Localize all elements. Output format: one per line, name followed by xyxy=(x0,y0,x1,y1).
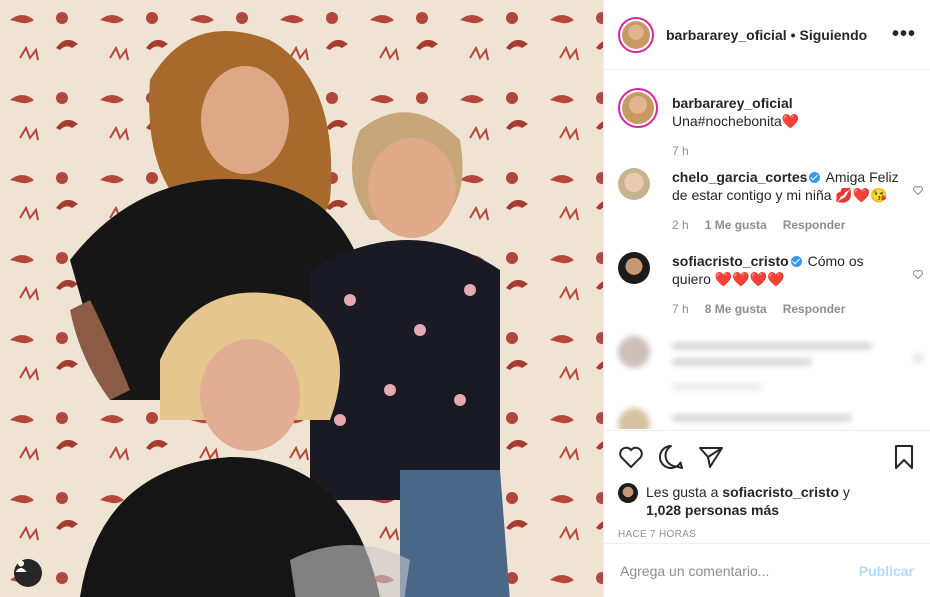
action-icons xyxy=(618,441,914,473)
comment-time[interactable]: 7 h xyxy=(672,300,689,318)
verified-badge-icon xyxy=(809,172,821,183)
commenter-username[interactable]: chelo_garcia_cortes xyxy=(672,169,807,185)
verified-badge-icon xyxy=(790,256,802,267)
following-button[interactable]: Siguiendo xyxy=(800,27,868,43)
comment-input[interactable] xyxy=(620,562,859,579)
post-header: barbararey_oficial • Siguiendo ••• xyxy=(604,0,930,70)
commenter-username[interactable]: sofiacristo_cristo xyxy=(672,253,789,269)
commenter-avatar[interactable] xyxy=(618,168,650,200)
like-comment-heart-icon[interactable] xyxy=(912,184,924,196)
share-paper-plane-icon[interactable] xyxy=(698,445,724,469)
post-photo[interactable] xyxy=(0,0,603,597)
heart-emoji: ❤️ xyxy=(781,113,800,129)
comment-item: chelo_garcia_cortes Amiga Feliz de estar… xyxy=(604,168,930,234)
reply-button[interactable]: Responder xyxy=(783,216,846,234)
liker-avatar[interactable] xyxy=(618,483,638,503)
comments-list[interactable]: barbararey_oficial Una#nochebonita❤️ 7 h… xyxy=(604,71,930,429)
blurred-content xyxy=(672,342,872,390)
caption-text[interactable]: Una#nochebonita xyxy=(672,113,782,129)
commenter-avatar xyxy=(618,408,650,429)
likes-prefix: Les gusta a xyxy=(646,484,719,500)
post-actions: Les gusta a sofiacristo_cristo y 1,028 p… xyxy=(604,430,930,540)
comment-item: sofiacristo_cristo Cómo os quiero ❤️❤️❤️… xyxy=(604,252,930,318)
photo-illustration xyxy=(0,0,603,597)
likes-summary: Les gusta a sofiacristo_cristo y 1,028 p… xyxy=(618,483,914,519)
likes-middle: y xyxy=(842,484,850,500)
liker-username[interactable]: sofiacristo_cristo xyxy=(722,484,839,500)
likes-count[interactable]: 1,028 personas más xyxy=(646,502,779,518)
comment-emojis: ❤️❤️❤️❤️ xyxy=(714,271,785,287)
separator-dot: • xyxy=(790,26,796,43)
commenter-avatar xyxy=(618,336,650,368)
comment-likes[interactable]: 8 Me gusta xyxy=(705,300,767,318)
post-timestamp[interactable]: HACE 7 HORAS xyxy=(618,529,914,540)
commenter-avatar[interactable] xyxy=(618,252,650,284)
add-comment-bar: Publicar xyxy=(604,543,930,597)
caption-avatar[interactable] xyxy=(618,88,658,128)
user-icon xyxy=(15,560,27,572)
comment-bubble-icon[interactable] xyxy=(658,444,684,470)
comment-time[interactable]: 2 h xyxy=(672,216,689,234)
author-avatar[interactable] xyxy=(618,16,654,53)
blurred-content xyxy=(672,414,852,429)
caption-time[interactable]: 7 h xyxy=(672,142,689,160)
tagged-users-button[interactable] xyxy=(14,559,42,587)
author-username[interactable]: barbararey_oficial xyxy=(666,27,787,43)
more-options-icon[interactable]: ••• xyxy=(892,23,916,46)
blurred-comment xyxy=(604,336,930,390)
like-comment-heart-icon xyxy=(913,354,923,364)
like-heart-icon[interactable] xyxy=(618,445,644,469)
publish-button[interactable]: Publicar xyxy=(859,563,914,579)
caption: barbararey_oficial Una#nochebonita❤️ 7 h xyxy=(604,88,930,160)
comment-likes[interactable]: 1 Me gusta xyxy=(705,216,767,234)
post-sidebar: barbararey_oficial • Siguiendo ••• barba… xyxy=(603,0,930,597)
save-bookmark-icon[interactable] xyxy=(894,444,914,470)
comment-emojis: 💋❤️😘 xyxy=(835,187,888,203)
caption-username[interactable]: barbararey_oficial xyxy=(672,95,793,111)
reply-button[interactable]: Responder xyxy=(783,300,846,318)
like-comment-heart-icon[interactable] xyxy=(912,268,924,280)
blurred-comment xyxy=(604,408,930,429)
